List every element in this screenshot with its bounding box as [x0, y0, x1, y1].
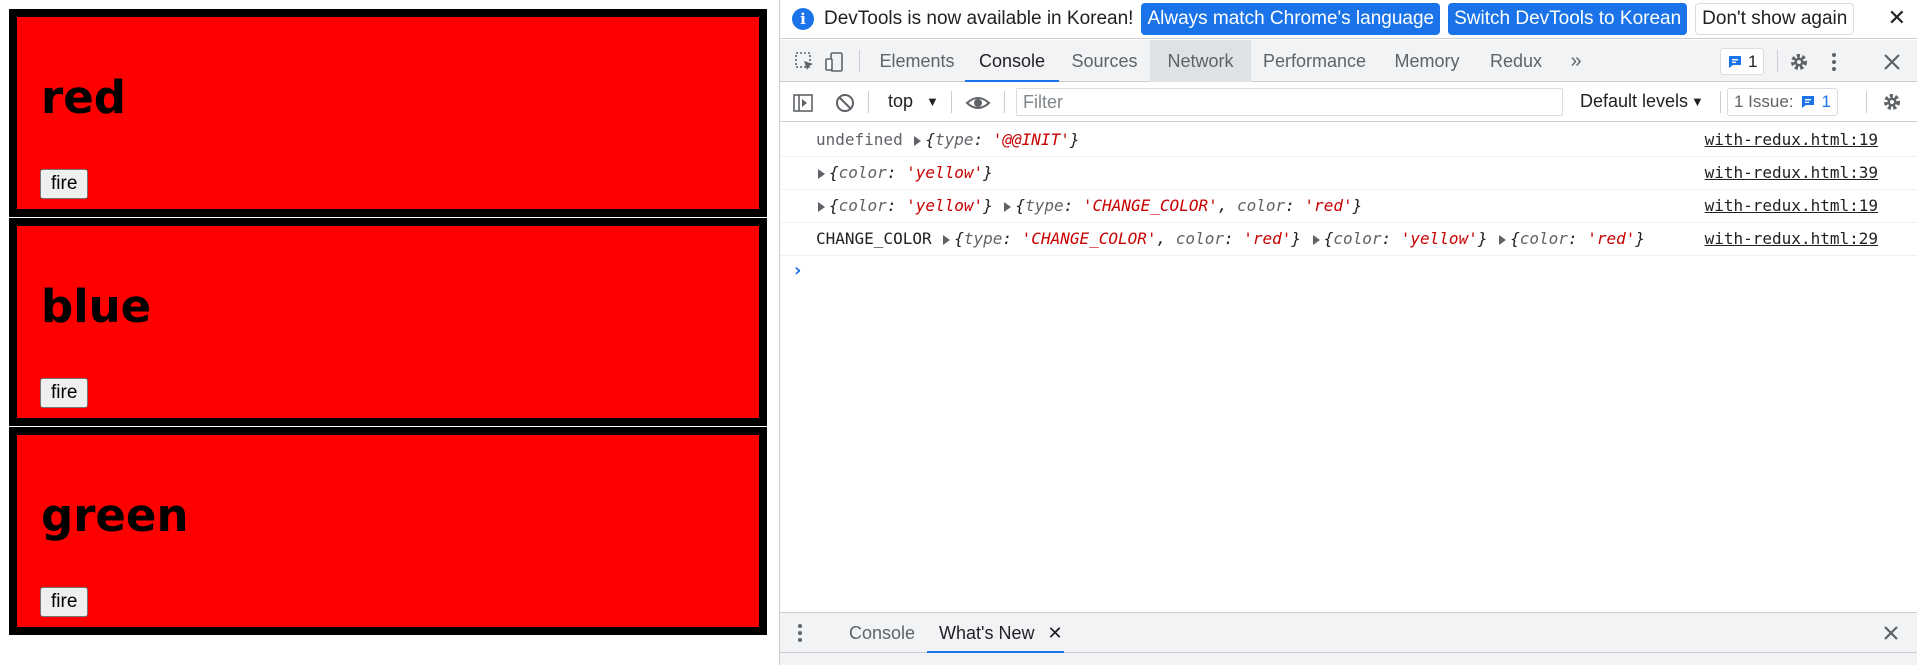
- expand-triangle-icon[interactable]: [1312, 234, 1320, 245]
- issues-badge-button[interactable]: 1: [1720, 48, 1765, 75]
- divider: [1866, 91, 1867, 113]
- fire-button[interactable]: fire: [40, 587, 89, 617]
- log-source-link[interactable]: with-redux.html:19: [1705, 130, 1878, 149]
- devtools-panel: i DevTools is now available in Korean! A…: [779, 0, 1917, 665]
- settings-gear-icon[interactable]: [1788, 51, 1810, 73]
- console-log-row[interactable]: {color: 'yellow'} {type: 'CHANGE_COLOR',…: [780, 190, 1917, 223]
- console-log-row[interactable]: {color: 'yellow'} with-redux.html:39: [780, 157, 1917, 190]
- drawer-tab-console[interactable]: Console: [837, 613, 927, 653]
- log-source-link[interactable]: with-redux.html:29: [1705, 229, 1878, 248]
- tab-elements[interactable]: Elements: [869, 40, 965, 82]
- object-preview[interactable]: {type: 'CHANGE_COLOR', color: 'red'}: [1015, 196, 1362, 215]
- console-output: undefined {type: '@@INIT'} with-redux.ht…: [780, 124, 1917, 612]
- expand-triangle-icon[interactable]: [914, 135, 922, 146]
- close-tab-icon[interactable]: ✕: [1047, 623, 1062, 643]
- fire-button[interactable]: fire: [40, 169, 89, 199]
- tab-console[interactable]: Console: [965, 40, 1059, 82]
- issues-count: 1: [1748, 51, 1758, 71]
- main-tabbar: Elements Console Sources Network Perform…: [780, 40, 1917, 82]
- divider: [1004, 91, 1005, 113]
- tab-network[interactable]: Network: [1150, 40, 1251, 82]
- log-message: CHANGE_COLOR {type: 'CHANGE_COLOR', colo…: [816, 229, 1645, 248]
- log-message: undefined {type: '@@INIT'}: [816, 130, 1079, 149]
- console-log-row[interactable]: undefined {type: '@@INIT'} with-redux.ht…: [780, 124, 1917, 157]
- message-icon: [1729, 55, 1741, 68]
- drawer-tab-label: What's New: [939, 623, 1035, 643]
- divider: [951, 91, 952, 113]
- log-source-link[interactable]: with-redux.html:39: [1705, 163, 1878, 182]
- default-levels-dropdown[interactable]: Default levels: [1580, 91, 1688, 112]
- object-preview[interactable]: {color: 'yellow'}: [829, 196, 993, 215]
- divider: [868, 91, 869, 113]
- drawer-content: [780, 653, 1917, 665]
- close-drawer-icon[interactable]: [1881, 623, 1901, 643]
- object-preview[interactable]: {color: 'red'}: [1510, 229, 1645, 248]
- expand-triangle-icon[interactable]: [1499, 234, 1507, 245]
- card-title: blue: [41, 280, 152, 333]
- clear-console-icon[interactable]: [834, 92, 856, 114]
- drawer-menu-icon[interactable]: [796, 623, 804, 643]
- page-viewport: red fire blue fire green fire: [0, 0, 779, 665]
- console-prompt-icon[interactable]: ›: [794, 260, 801, 281]
- log-message: {color: 'yellow'}: [816, 163, 993, 182]
- issues-button[interactable]: 1 Issue: 1: [1727, 88, 1839, 116]
- divider: [1777, 50, 1778, 72]
- device-toolbar-icon[interactable]: [824, 51, 846, 73]
- close-infobar-icon[interactable]: ✕: [1888, 6, 1906, 31]
- expand-triangle-icon[interactable]: [818, 168, 825, 179]
- info-icon: i: [792, 8, 814, 30]
- object-preview[interactable]: {color: 'yellow'}: [1324, 229, 1488, 248]
- log-prefix: CHANGE_COLOR: [816, 229, 942, 248]
- log-message: {color: 'yellow'} {type: 'CHANGE_COLOR',…: [816, 196, 1362, 215]
- match-language-button[interactable]: Always match Chrome's language: [1141, 3, 1441, 35]
- message-icon: [1801, 96, 1814, 108]
- infobar-message: DevTools is now available in Korean!: [824, 8, 1134, 29]
- drawer-tabbar: Console What's New ✕: [780, 612, 1917, 653]
- card-title: red: [41, 71, 126, 124]
- language-infobar: i DevTools is now available in Korean! A…: [780, 0, 1917, 39]
- filter-input[interactable]: [1016, 88, 1563, 116]
- fire-button[interactable]: fire: [40, 378, 89, 408]
- chevron-down-icon[interactable]: ▼: [1691, 94, 1704, 109]
- expand-triangle-icon[interactable]: [1004, 201, 1012, 212]
- close-devtools-icon[interactable]: [1881, 51, 1903, 73]
- tab-redux[interactable]: Redux: [1476, 40, 1556, 82]
- color-card-blue: blue fire: [9, 218, 767, 426]
- card-title: green: [41, 489, 189, 542]
- dont-show-again-button[interactable]: Don't show again: [1695, 3, 1855, 35]
- object-preview[interactable]: {color: 'yellow'}: [829, 163, 993, 182]
- issues-label: 1 Issue:: [1734, 92, 1794, 111]
- more-tabs-icon[interactable]: »: [1556, 40, 1596, 82]
- live-expression-eye-icon[interactable]: [965, 92, 991, 114]
- color-card-green: green fire: [9, 427, 767, 635]
- log-source-link[interactable]: with-redux.html:19: [1705, 196, 1878, 215]
- sidebar-toggle-icon[interactable]: [792, 92, 814, 114]
- chevron-down-icon[interactable]: ▼: [926, 94, 939, 109]
- more-options-icon[interactable]: [1823, 51, 1845, 73]
- issues-count: 1: [1821, 92, 1832, 111]
- log-prefix: undefined: [816, 130, 913, 149]
- console-settings-gear-icon[interactable]: [1881, 91, 1903, 113]
- console-toolbar: top ▼ Default levels ▼ 1 Issue: 1: [780, 83, 1917, 122]
- divider: [859, 50, 860, 72]
- console-log-row[interactable]: CHANGE_COLOR {type: 'CHANGE_COLOR', colo…: [780, 223, 1917, 256]
- expand-triangle-icon[interactable]: [818, 201, 825, 212]
- divider: [1720, 91, 1721, 113]
- switch-korean-button[interactable]: Switch DevTools to Korean: [1448, 3, 1688, 35]
- inspect-element-icon[interactable]: [794, 51, 816, 73]
- context-selector[interactable]: top: [888, 91, 913, 112]
- expand-triangle-icon[interactable]: [943, 234, 951, 245]
- color-card-red: red fire: [9, 9, 767, 217]
- tab-sources[interactable]: Sources: [1059, 40, 1150, 82]
- drawer-tab-whats-new[interactable]: What's New ✕: [927, 613, 1064, 653]
- tab-performance[interactable]: Performance: [1251, 40, 1378, 82]
- object-preview[interactable]: {type: 'CHANGE_COLOR', color: 'red'}: [954, 229, 1301, 248]
- object-preview[interactable]: {type: '@@INIT'}: [925, 130, 1079, 149]
- tab-memory[interactable]: Memory: [1378, 40, 1476, 82]
